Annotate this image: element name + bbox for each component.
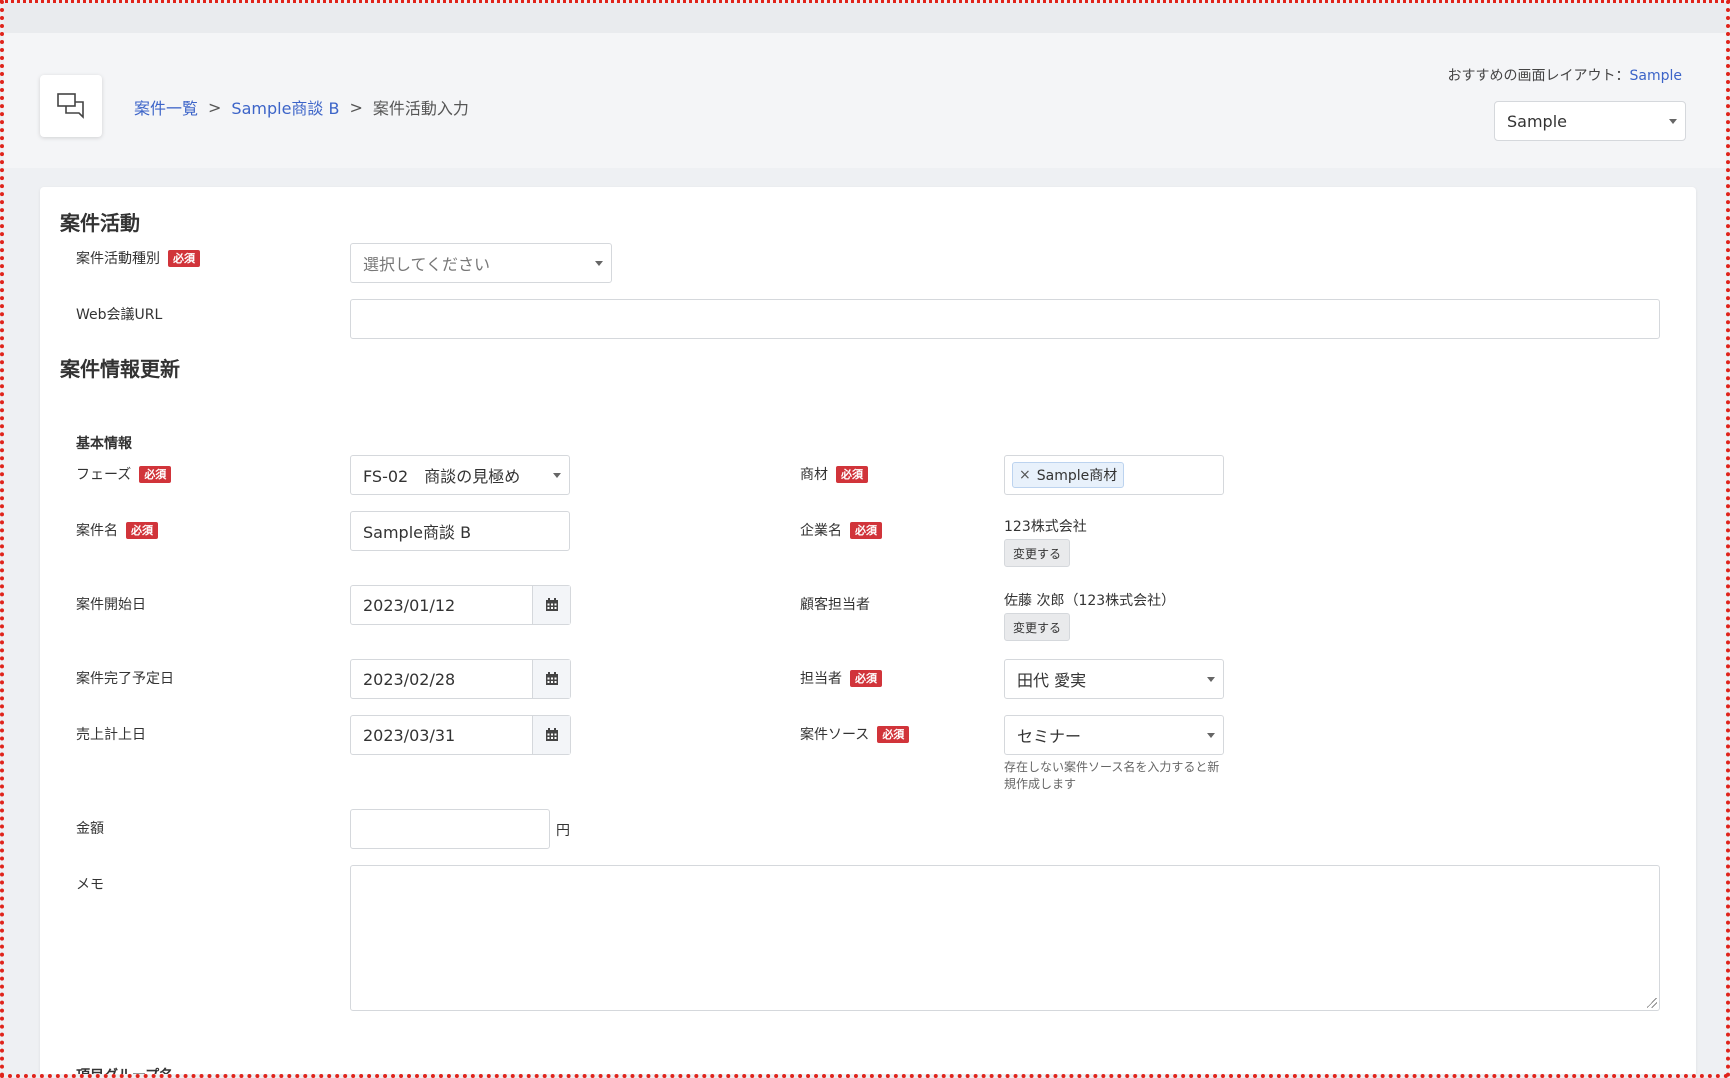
phase-value: FS-02 商談の見極め xyxy=(363,467,521,486)
close-icon[interactable]: × xyxy=(1019,467,1031,483)
calendar-icon[interactable] xyxy=(532,586,570,624)
app-frame: 案件一覧 > Sample商談 B > 案件活動入力 おすすめの画面レイアウト：… xyxy=(0,0,1730,1078)
breadcrumb-deal[interactable]: Sample商談 B xyxy=(231,95,339,119)
memo-label: メモ xyxy=(76,871,104,897)
page-header: 案件一覧 > Sample商談 B > 案件活動入力 おすすめの画面レイアウト：… xyxy=(4,33,1726,168)
change-contact-button[interactable]: 変更する xyxy=(1004,613,1071,641)
memo-label-text: メモ xyxy=(76,877,104,893)
end-date-value: 2023/02/28 xyxy=(363,669,456,689)
section-title-update: 案件情報更新 xyxy=(60,357,180,381)
sales-date-label: 売上計上日 xyxy=(76,721,146,747)
recommended-layout-label: おすすめの画面レイアウト： xyxy=(1447,68,1630,84)
activity-type-label: 案件活動種別 必須 xyxy=(76,245,200,271)
breadcrumb-deal-list[interactable]: 案件一覧 xyxy=(134,95,198,119)
required-badge: 必須 xyxy=(139,465,172,483)
phase-label: フェーズ 必須 xyxy=(76,461,172,487)
recommended-layout-link[interactable]: Sample xyxy=(1630,68,1683,84)
amount-input[interactable] xyxy=(350,809,550,849)
breadcrumb-current: 案件活動入力 xyxy=(372,99,469,118)
web-url-label: Web会議URL xyxy=(76,301,162,327)
activity-type-label-text: 案件活動種別 xyxy=(76,251,160,267)
owner-value: 田代 愛実 xyxy=(1017,671,1087,690)
owner-label-text: 担当者 xyxy=(800,671,842,687)
amount-unit: 円 xyxy=(556,823,570,839)
product-label-text: 商材 xyxy=(800,467,828,483)
contact-label-text: 顧客担当者 xyxy=(800,597,870,613)
activity-type-placeholder: 選択してください xyxy=(363,255,491,274)
deal-name-label: 案件名 必須 xyxy=(76,517,158,543)
required-badge: 必須 xyxy=(126,521,158,539)
source-hint-line: 存在しない案件ソース名を入力すると新 xyxy=(1004,760,1220,774)
amount-label: 金額 xyxy=(76,815,104,841)
sales-date-label-text: 売上計上日 xyxy=(76,727,146,743)
end-date-label-text: 案件完了予定日 xyxy=(76,671,174,687)
memo-textarea[interactable] xyxy=(350,865,1660,1011)
product-label: 商材 必須 xyxy=(800,461,868,487)
sales-date-value: 2023/03/31 xyxy=(363,725,456,745)
deal-name-label-text: 案件名 xyxy=(76,523,118,539)
change-company-button[interactable]: 変更する xyxy=(1004,539,1071,567)
web-url-label-text: Web会議URL xyxy=(76,307,163,323)
product-chip-label: Sample商材 xyxy=(1036,468,1118,484)
phase-select[interactable]: FS-02 商談の見極め xyxy=(350,455,570,495)
contact-label: 顧客担当者 xyxy=(800,591,870,617)
sales-date-input[interactable]: 2023/03/31 xyxy=(350,715,571,755)
source-hint-line: 規作成します xyxy=(1004,777,1077,791)
breadcrumb-separator: > xyxy=(349,97,363,117)
resize-handle-icon[interactable] xyxy=(1647,998,1657,1008)
basic-info-heading: 基本情報 xyxy=(76,436,132,452)
chevron-down-icon xyxy=(1669,119,1677,124)
owner-label: 担当者 必須 xyxy=(800,665,882,691)
required-badge: 必須 xyxy=(168,249,200,267)
web-url-input[interactable] xyxy=(350,299,1660,339)
breadcrumb: 案件一覧 > Sample商談 B > 案件活動入力 xyxy=(134,95,469,119)
source-value: セミナー xyxy=(1017,727,1082,746)
required-badge: 必須 xyxy=(836,465,868,483)
contact-value: 佐藤 次郎（123株式会社） xyxy=(1004,593,1176,609)
deal-name-input[interactable]: Sample商談 B xyxy=(350,511,570,551)
phase-label-text: フェーズ xyxy=(76,467,132,483)
breadcrumb-separator: > xyxy=(208,97,222,117)
chevron-down-icon xyxy=(595,261,603,266)
owner-select[interactable]: 田代 愛実 xyxy=(1004,659,1224,699)
layout-select[interactable]: Sample xyxy=(1494,101,1686,141)
chevron-down-icon xyxy=(1207,677,1215,682)
recommended-layout: おすすめの画面レイアウト：Sample xyxy=(1448,65,1683,85)
product-chip: × Sample商材 xyxy=(1012,462,1125,488)
end-date-input[interactable]: 2023/02/28 xyxy=(350,659,571,699)
chevron-down-icon xyxy=(1207,733,1215,738)
start-date-label-text: 案件開始日 xyxy=(76,597,146,613)
chevron-down-icon xyxy=(553,473,561,478)
start-date-label: 案件開始日 xyxy=(76,591,146,617)
activity-type-select[interactable]: 選択してください xyxy=(350,243,612,283)
section-title-activity: 案件活動 xyxy=(60,211,140,235)
calendar-icon[interactable] xyxy=(532,660,570,698)
layout-select-value: Sample xyxy=(1507,111,1567,131)
company-label: 企業名 必須 xyxy=(800,517,882,543)
required-badge: 必須 xyxy=(877,725,910,743)
required-badge: 必須 xyxy=(850,669,882,687)
source-select[interactable]: セミナー xyxy=(1004,715,1224,755)
start-date-value: 2023/01/12 xyxy=(363,595,456,615)
form-card: 案件活動 案件活動種別 必須 選択してください Web会議URL 案件情報更新 … xyxy=(40,187,1696,1078)
product-multiselect[interactable]: × Sample商材 xyxy=(1004,455,1224,495)
top-strip xyxy=(4,3,1726,33)
deal-name-value: Sample商談 B xyxy=(363,523,472,542)
company-label-text: 企業名 xyxy=(800,523,842,539)
source-hint: 存在しない案件ソース名を入力すると新 規作成します xyxy=(1004,759,1219,793)
end-date-label: 案件完了予定日 xyxy=(76,665,174,691)
calendar-icon[interactable] xyxy=(532,716,570,754)
company-value: 123株式会社 xyxy=(1004,519,1087,535)
group-name-heading: 項目グループ名 xyxy=(76,1068,174,1078)
source-label-text: 案件ソース xyxy=(800,727,870,743)
required-badge: 必須 xyxy=(850,521,882,539)
start-date-input[interactable]: 2023/01/12 xyxy=(350,585,571,625)
amount-label-text: 金額 xyxy=(76,821,104,837)
chat-icon xyxy=(40,75,102,137)
source-label: 案件ソース 必須 xyxy=(800,721,910,747)
